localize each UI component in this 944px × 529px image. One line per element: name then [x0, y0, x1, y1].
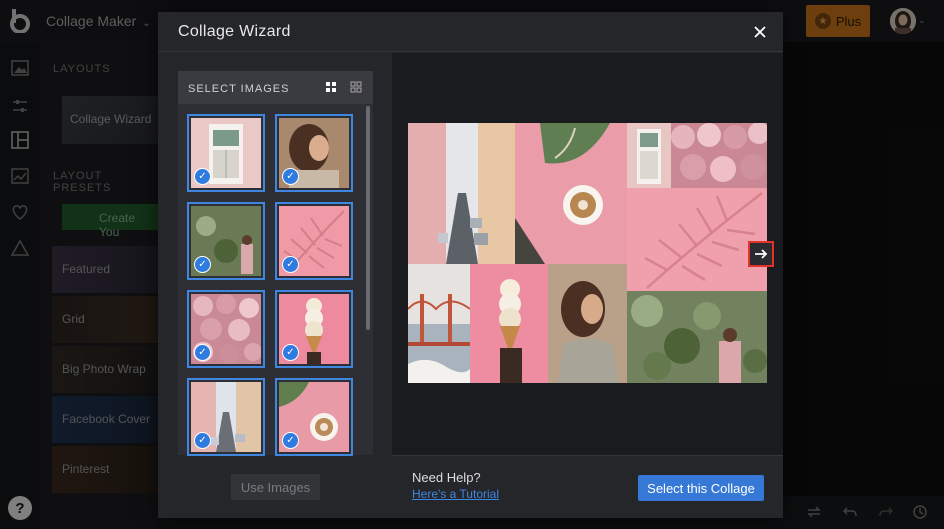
check-icon: ✓ [282, 168, 299, 185]
collage-cell-street [408, 123, 515, 264]
collage-cell-ivy [627, 291, 767, 383]
image-picker: SELECT IMAGES ✓ ✓ ✓ ✓ ✓ ✓ ✓ ✓ [178, 71, 373, 456]
app-root: Collage Maker ⌄ ★ Plus ⌄ ? LAYOUTS Collag… [0, 0, 944, 529]
thumbnail-woman-portrait[interactable]: ✓ [275, 114, 353, 192]
thumbnail-city-street[interactable]: ✓ [187, 378, 265, 456]
tutorial-link[interactable]: Here's a Tutorial [412, 487, 499, 501]
collage-cell-ice-cream [470, 264, 548, 383]
check-icon: ✓ [282, 432, 299, 449]
help-title: Need Help? [412, 470, 481, 485]
modal-title: Collage Wizard [178, 23, 291, 40]
collage-wizard-modal: Collage Wizard SELECT IMAGES ✓ ✓ ✓ ✓ ✓ ✓… [158, 12, 783, 518]
image-select-column: SELECT IMAGES ✓ ✓ ✓ ✓ ✓ ✓ ✓ ✓ Use Images [158, 53, 392, 518]
arrow-right-icon [755, 249, 768, 259]
use-images-button[interactable]: Use Images [231, 474, 320, 500]
select-collage-button[interactable]: Select this Collage [638, 475, 764, 501]
large-grid-icon[interactable] [325, 81, 337, 93]
modal-header: Collage Wizard [158, 12, 783, 52]
thumbnail-coffee-cup[interactable]: ✓ [275, 378, 353, 456]
thumbnail-pink-roses[interactable]: ✓ [187, 290, 265, 368]
check-icon: ✓ [194, 432, 211, 449]
select-images-label: SELECT IMAGES [188, 83, 290, 95]
thumbnail-pink-palm[interactable]: ✓ [275, 202, 353, 280]
small-grid-icon[interactable] [350, 81, 362, 93]
next-collage-button[interactable] [748, 241, 774, 267]
check-icon: ✓ [194, 168, 211, 185]
thumbnail-ivy-woman[interactable]: ✓ [187, 202, 265, 280]
collage-cell-palm [627, 188, 767, 291]
check-icon: ✓ [194, 344, 211, 361]
collage-cell-window [627, 123, 671, 188]
picker-scrollbar[interactable] [366, 106, 370, 330]
thumbnail-ice-cream[interactable]: ✓ [275, 290, 353, 368]
collage-preview-area [392, 53, 783, 455]
picker-header: SELECT IMAGES [178, 71, 373, 104]
collage-preview[interactable] [408, 123, 767, 383]
check-icon: ✓ [282, 344, 299, 361]
collage-cell-bridge [408, 264, 470, 383]
collage-cell-roses [671, 123, 767, 188]
collage-cell-coffee [515, 123, 627, 264]
thumbnail-pink-window[interactable]: ✓ [187, 114, 265, 192]
check-icon: ✓ [194, 256, 211, 273]
close-icon[interactable] [752, 24, 768, 40]
modal-footer: Need Help? Here's a Tutorial Select this… [392, 455, 783, 518]
collage-cell-portrait [548, 264, 627, 383]
check-icon: ✓ [282, 256, 299, 273]
